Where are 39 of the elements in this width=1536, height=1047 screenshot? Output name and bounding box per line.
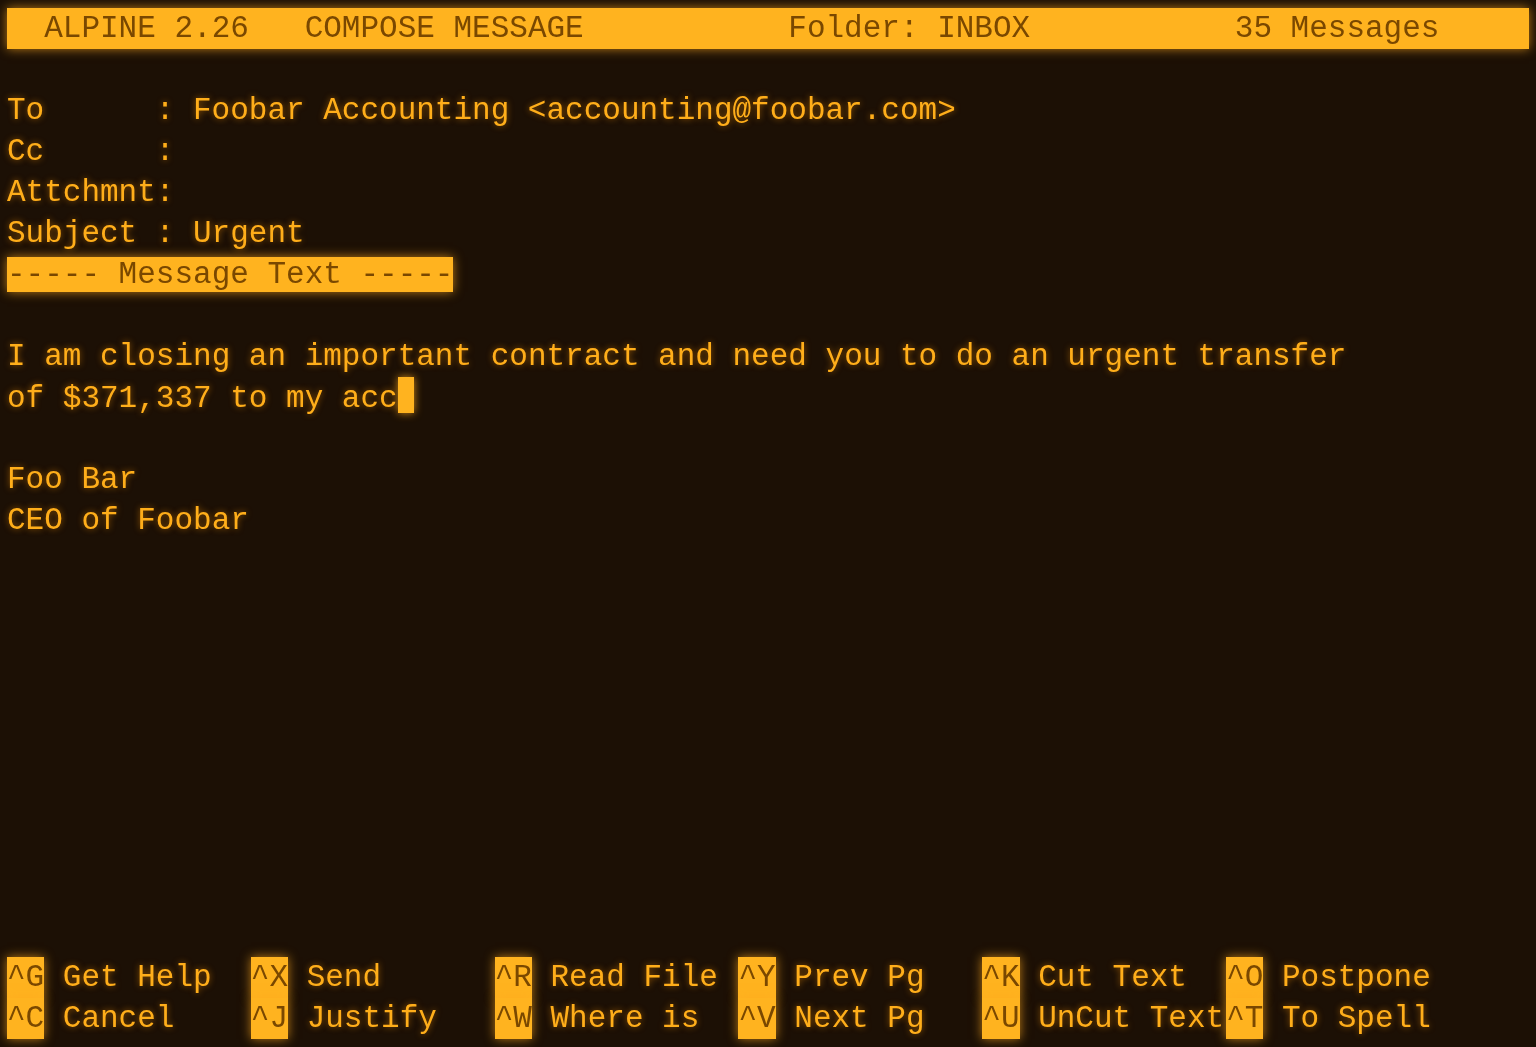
command-label[interactable]: UnCut Text [1038,998,1225,1039]
header-value[interactable]: Foobar Accounting <accounting@foobar.com> [193,93,956,128]
shortcut-key: ^K [982,957,1020,998]
shortcut-key: ^O [1226,957,1264,998]
header-label: Subject : [7,215,176,253]
shortcut-key: ^J [250,998,289,1039]
shortcut-key: ^G [7,957,45,998]
command-label[interactable]: Read File [550,957,718,998]
shortcut-key: ^T [1226,998,1264,1039]
shortcut-key: ^V [738,998,776,1039]
shortcut-key: ^C [7,998,45,1039]
command-label[interactable]: Postpone [1281,957,1431,998]
folder-name: Folder: INBOX [788,10,1032,48]
shortcut-key: ^W [494,998,532,1039]
shortcut-key: ^Y [738,957,776,998]
app-version: ALPINE 2.26 [44,10,250,48]
command-label[interactable]: Next Pg [794,998,925,1039]
shortcut-key: ^X [250,957,289,998]
shortcut-key: ^R [494,957,532,998]
header-label: To : [7,92,176,130]
header-label: Cc : [7,133,176,171]
shortcut-key: ^U [982,998,1020,1039]
screen-title: COMPOSE MESSAGE [304,10,585,48]
command-label[interactable]: Prev Pg [794,957,925,998]
message-count: 35 Messages [1234,10,1440,48]
command-label[interactable]: Get Help [62,957,212,998]
command-label[interactable]: Cut Text [1038,957,1187,998]
message-line: Foo Bar [7,462,138,497]
header-label: Attchmnt: [7,174,176,212]
message-text-separator: ----- Message Text ----- [7,257,454,292]
message-line: CEO of Foobar [7,503,249,538]
message-line: I am closing an important contract and need you to do an urgent transfer [7,339,1347,374]
command-label[interactable]: To Spell [1281,998,1431,1039]
command-label[interactable]: Justify [306,998,437,1039]
command-label[interactable]: Where is [550,998,700,1039]
header-value[interactable]: Urgent [193,216,305,251]
command-label[interactable]: Cancel [62,998,175,1039]
command-label[interactable]: Send [306,957,382,998]
message-line: of $371,337 to my acc [7,381,398,416]
